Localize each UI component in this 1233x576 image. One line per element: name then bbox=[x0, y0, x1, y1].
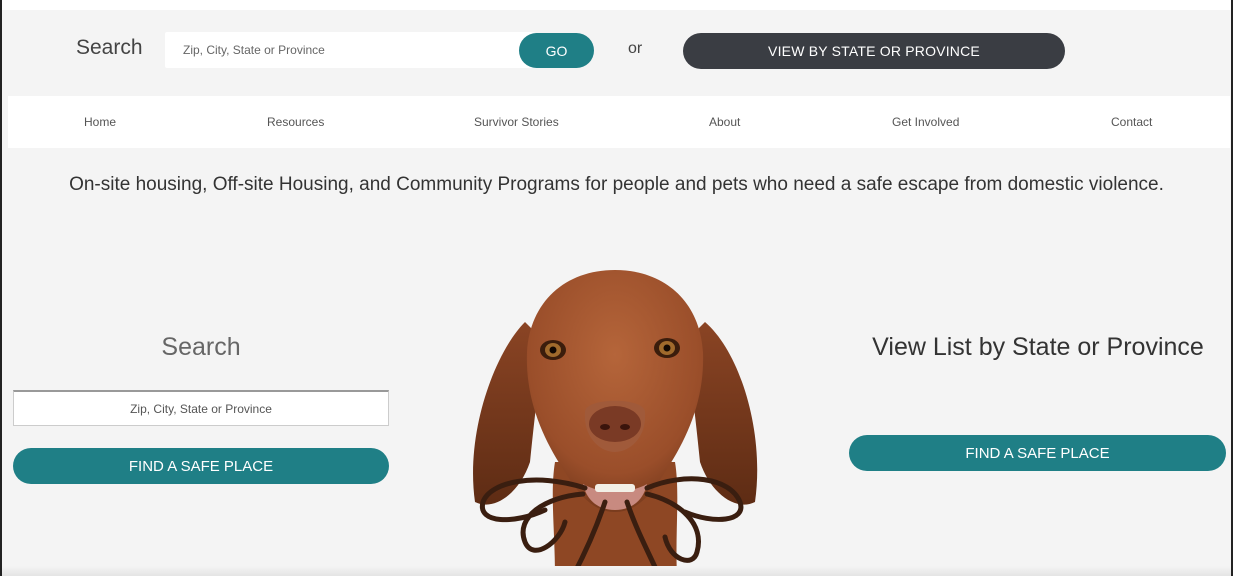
nav-item-resources[interactable]: Resources bbox=[267, 115, 324, 129]
top-strip bbox=[0, 0, 1233, 10]
main-nav: Home Resources Survivor Stories About Ge… bbox=[8, 96, 1230, 148]
left-find-safe-place-button[interactable]: FIND A SAFE PLACE bbox=[13, 448, 389, 484]
nav-item-get-involved[interactable]: Get Involved bbox=[892, 115, 959, 129]
bottom-edge bbox=[0, 566, 1233, 576]
left-search-title: Search bbox=[161, 333, 241, 361]
nav-item-survivor-stories[interactable]: Survivor Stories bbox=[474, 115, 559, 129]
right-find-safe-place-button[interactable]: FIND A SAFE PLACE bbox=[849, 435, 1226, 471]
page-tagline: On-site housing, Off-site Housing, and C… bbox=[69, 174, 1164, 195]
dog-with-leash-image bbox=[473, 270, 758, 576]
nav-item-contact[interactable]: Contact bbox=[1111, 115, 1152, 129]
header-search-label: Search bbox=[76, 36, 143, 59]
header-search-input[interactable] bbox=[165, 32, 535, 68]
or-label: or bbox=[628, 40, 643, 57]
nav-item-about[interactable]: About bbox=[709, 115, 740, 129]
left-search-input[interactable] bbox=[13, 390, 389, 426]
nav-item-home[interactable]: Home bbox=[84, 115, 116, 129]
view-by-state-button[interactable]: VIEW BY STATE OR PROVINCE bbox=[683, 33, 1065, 69]
go-button[interactable]: GO bbox=[519, 33, 594, 68]
right-panel-title: View List by State or Province bbox=[872, 333, 1204, 361]
